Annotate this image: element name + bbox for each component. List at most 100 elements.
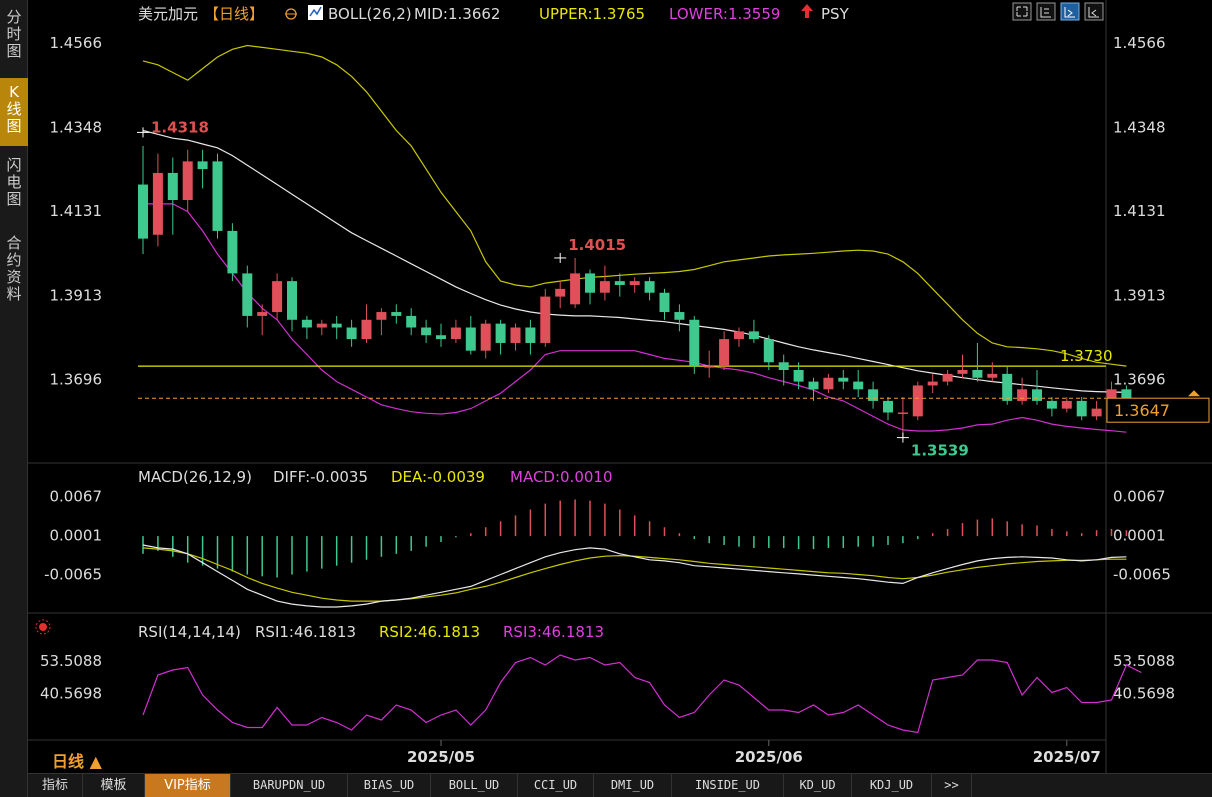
candle-body	[599, 281, 610, 293]
candle-body	[406, 315, 417, 328]
candle	[883, 397, 893, 421]
sun-icon[interactable]	[35, 619, 51, 635]
macd-tick-label: -0.0065	[44, 566, 102, 584]
candle	[272, 273, 283, 320]
boll-upper-label: UPPER:1.3765	[539, 5, 645, 23]
candle	[972, 342, 983, 382]
price-tick-label: 1.4348	[1113, 118, 1166, 136]
candle-body	[465, 327, 476, 351]
candle	[763, 335, 774, 370]
candle-body	[525, 327, 536, 343]
level-line: 1.3730	[138, 347, 1113, 367]
price-tick-label: 1.3913	[50, 286, 103, 304]
candle	[227, 223, 238, 282]
candle	[480, 319, 491, 359]
high-annotation: 1.4318	[151, 118, 209, 136]
candle-body	[719, 339, 730, 367]
rsi1-label: RSI1:46.1813	[255, 623, 356, 641]
candle-body	[734, 331, 744, 340]
candle	[1091, 400, 1102, 421]
boll-mid-line	[142, 129, 1127, 393]
sidebar-item-label: 分时图	[6, 8, 22, 60]
candle	[406, 308, 417, 336]
candle-body	[1017, 389, 1028, 401]
tab-dmi-ud[interactable]: DMI_UD	[594, 774, 672, 797]
sidebar-item-flash[interactable]: 闪电图	[0, 152, 28, 220]
candle-body	[897, 412, 908, 414]
candle-body	[197, 161, 208, 170]
arrow-up-icon[interactable]	[801, 4, 813, 18]
candle	[510, 323, 521, 351]
tab-barupdn-ud[interactable]: BARUPDN_UD	[231, 774, 348, 797]
indicator-chart-icon[interactable]	[308, 5, 323, 20]
macd-diff-label: DIFF:-0.0035	[273, 468, 368, 486]
candle-body	[346, 327, 357, 340]
candle	[868, 381, 879, 409]
mid-high-annotation: 1.4015	[568, 236, 626, 254]
chart-area[interactable]: 美元加元 【日线】 BOLL(26,2) MID:1.3662 UPPER:1.…	[28, 0, 1212, 773]
tab-cci-ud[interactable]: CCI_UD	[518, 774, 594, 797]
candle	[421, 319, 432, 343]
candle	[748, 319, 759, 343]
tab-boll-ud[interactable]: BOLL_UD	[431, 774, 518, 797]
candle	[197, 149, 208, 189]
candle	[495, 319, 506, 355]
tab-inside-ud[interactable]: INSIDE_UD	[672, 774, 784, 797]
candle-body	[1061, 400, 1072, 409]
boll-label: BOLL(26,2)	[328, 5, 412, 23]
candle-body	[927, 381, 938, 386]
fullscreen-icon[interactable]	[1012, 2, 1032, 21]
candle-body	[793, 370, 804, 382]
candle-body	[1032, 389, 1042, 401]
candle-body	[555, 288, 566, 297]
price-tick-label: 1.3696	[50, 370, 103, 388]
tab-templates[interactable]: 模板	[83, 774, 145, 797]
candle	[242, 265, 253, 328]
candle	[257, 304, 268, 336]
macd-axis-right: 0.0067 0.0001 -0.0065	[1113, 488, 1171, 584]
current-price-label: 1.3647	[1114, 401, 1170, 420]
sidebar-item-kline[interactable]: K线图	[0, 78, 28, 146]
candle-body	[1046, 400, 1057, 409]
crosshair-icon[interactable]	[285, 8, 297, 20]
candle-body	[257, 312, 268, 316]
sidebar-item-contract[interactable]: 合约资料	[0, 232, 28, 320]
price-tick-label: 1.3696	[1113, 370, 1166, 388]
period-label[interactable]: 日线 ▲	[52, 748, 102, 772]
sidebar-item-label: 合约资料	[6, 234, 22, 303]
tab-bias-ud[interactable]: BIAS_UD	[348, 774, 431, 797]
candle-body	[868, 389, 879, 401]
price-tick-label: 1.4131	[1113, 202, 1166, 220]
candle	[704, 350, 715, 378]
candle	[927, 373, 938, 394]
price-tick-label: 1.3913	[1113, 286, 1166, 304]
candle	[1002, 366, 1013, 405]
candle-body	[614, 281, 625, 285]
macd-dea-line	[142, 547, 1127, 602]
tab-kd-ud[interactable]: KD_UD	[784, 774, 852, 797]
x-axis: 2025/05 2025/06 2025/07	[407, 740, 1101, 766]
candle-body	[823, 377, 834, 390]
tab-more[interactable]: >>	[932, 774, 972, 797]
candle-body	[287, 281, 297, 320]
candle-body	[644, 281, 655, 293]
candle-body	[316, 323, 327, 328]
x-tick-label: 2025/07	[1033, 748, 1101, 766]
candle-body	[853, 381, 864, 390]
macd-axis-left: 0.0067 0.0001 -0.0065	[44, 488, 102, 584]
symbol-name: 美元加元	[138, 5, 198, 23]
tab-kdj-ud[interactable]: KDJ_UD	[852, 774, 932, 797]
candle	[689, 315, 700, 374]
candle	[659, 288, 670, 320]
chart-legend-rsi: RSI(14,14,14) RSI1:46.1813 RSI2:46.1813 …	[35, 619, 604, 641]
candle-body	[972, 370, 983, 378]
macd-tick-label: 0.0067	[1113, 488, 1166, 506]
candle	[465, 315, 476, 355]
chart-legend-boll: 美元加元 【日线】 BOLL(26,2) MID:1.3662 UPPER:1.…	[138, 4, 850, 23]
tab-vip-indicators[interactable]: VIP指标	[145, 774, 231, 797]
boll-lower-label: LOWER:1.3559	[669, 5, 780, 23]
candle-body	[167, 172, 178, 200]
period-tag: 【日线】	[204, 5, 264, 23]
sidebar-item-intraday[interactable]: 分时图	[0, 4, 28, 70]
tab-indicators[interactable]: 指标	[28, 774, 83, 797]
